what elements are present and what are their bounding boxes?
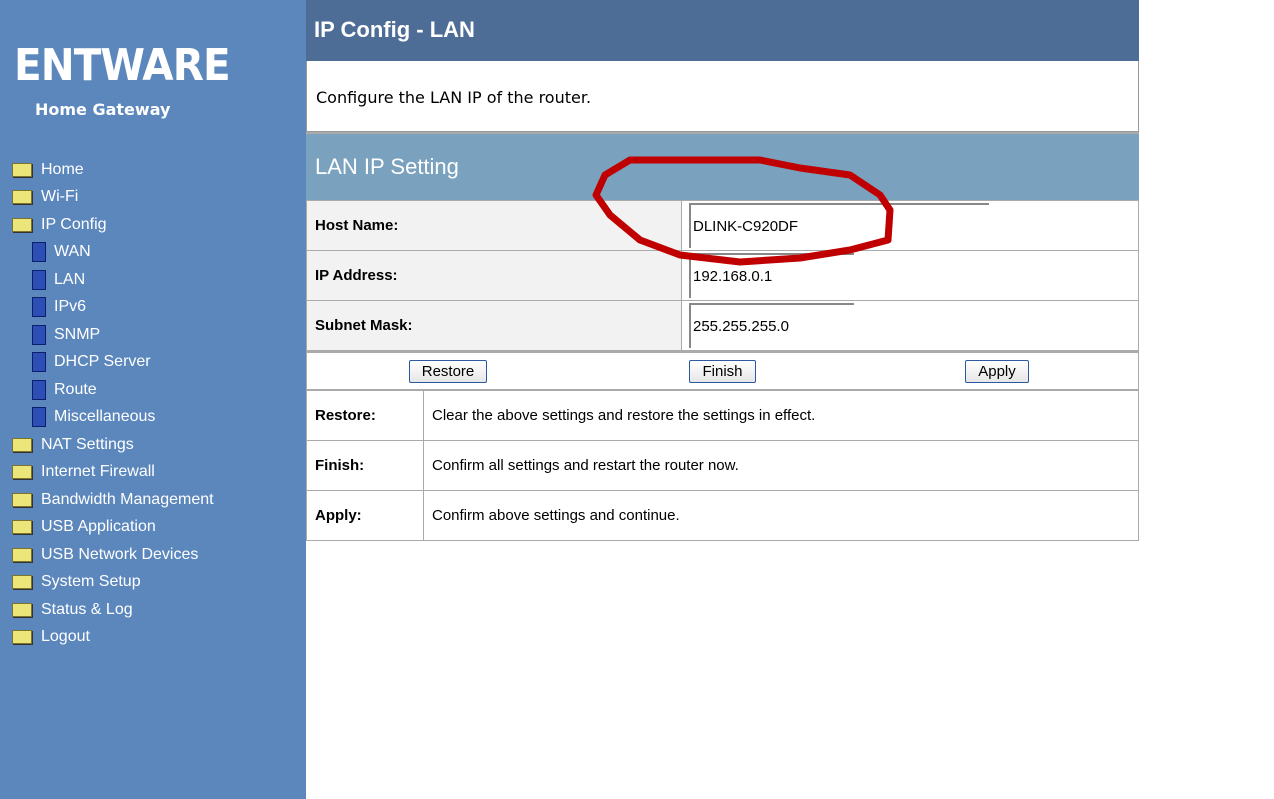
red-circle-annotation (592, 156, 894, 266)
